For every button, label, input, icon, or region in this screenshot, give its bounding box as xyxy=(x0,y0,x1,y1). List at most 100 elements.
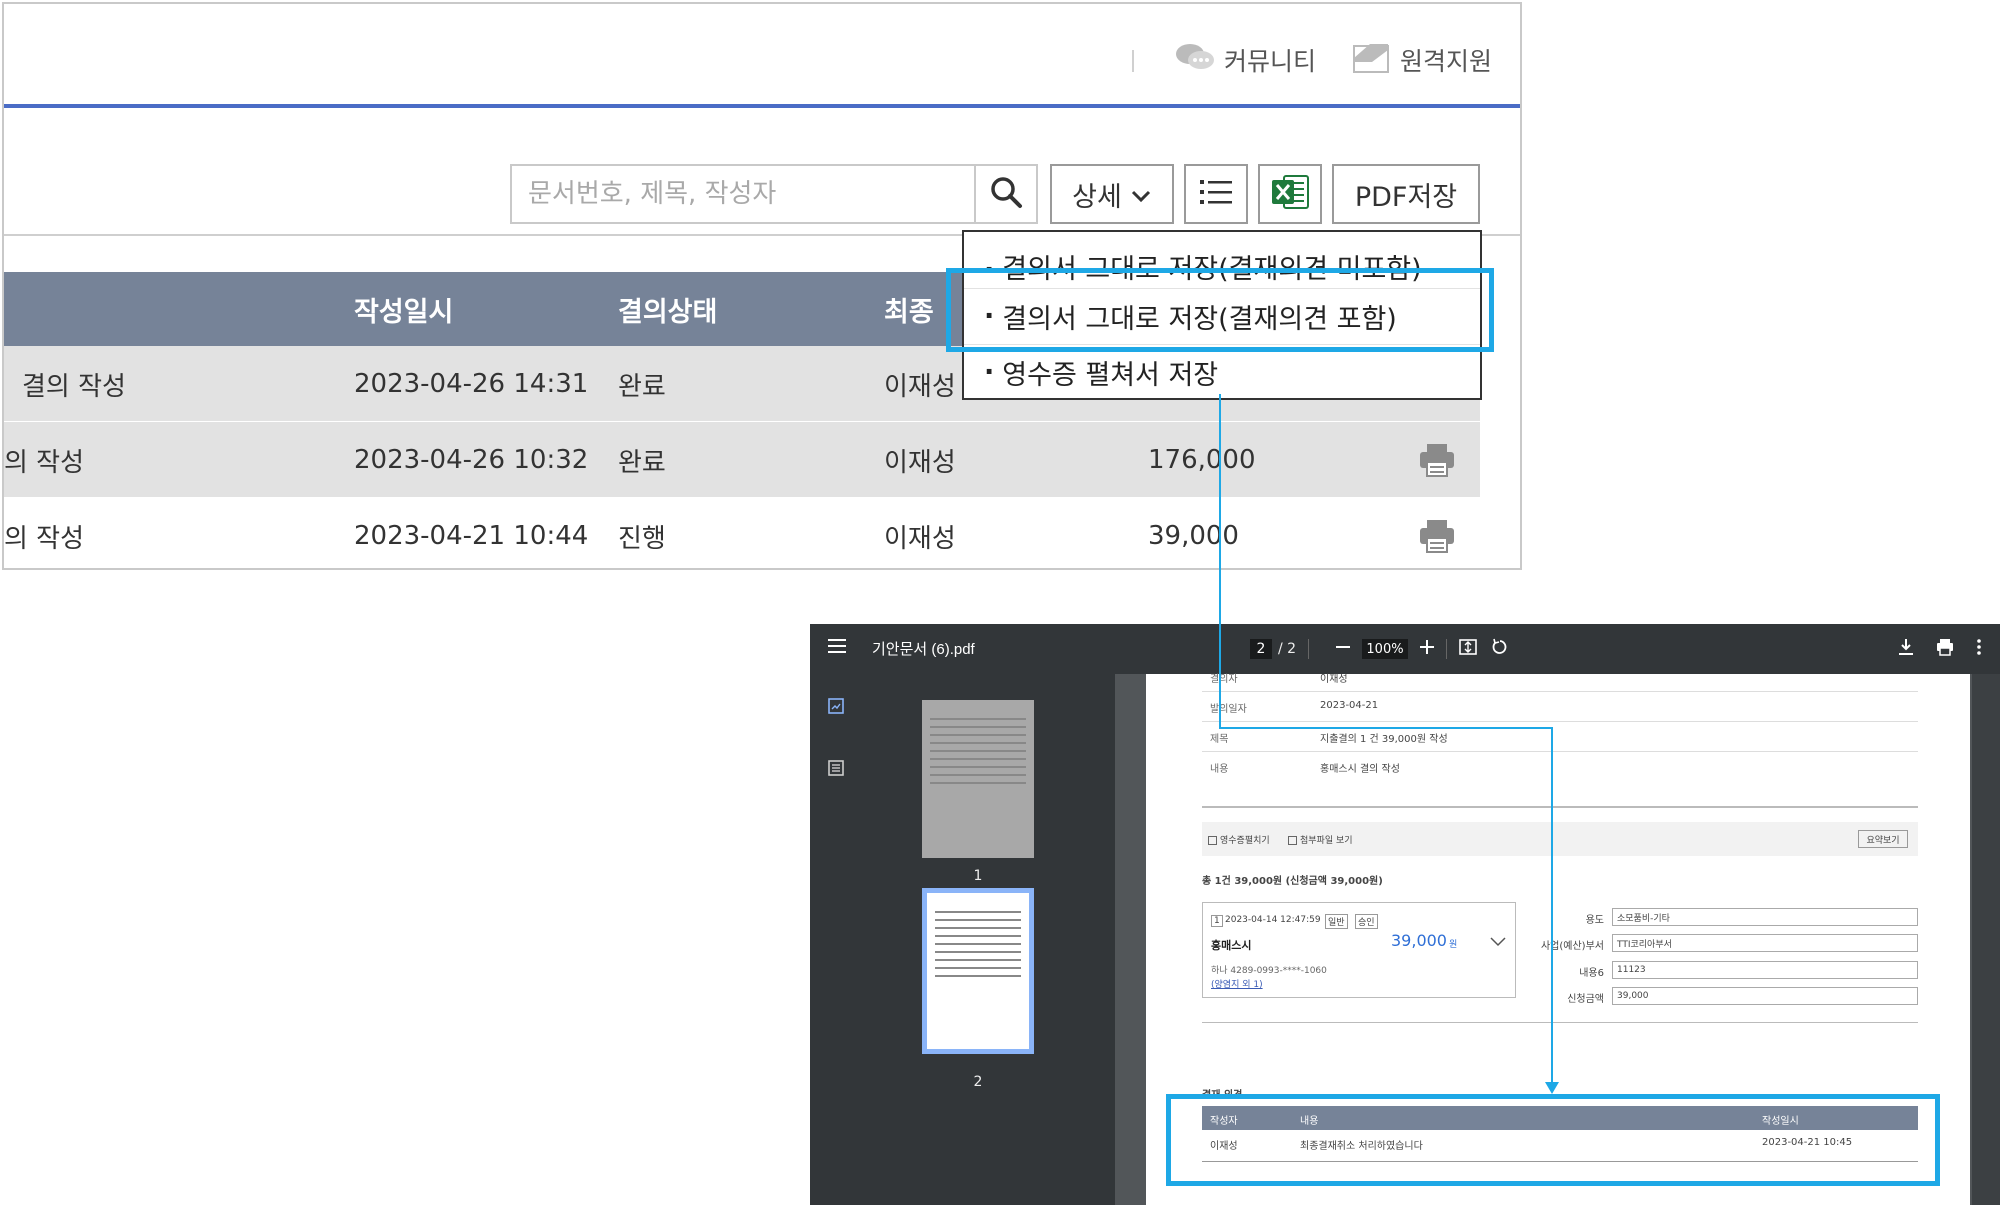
table-row[interactable]: 의 작성 2023-04-26 10:32 완료 이재성 176,000 xyxy=(4,422,1480,498)
highlight-opinion-section xyxy=(1166,1094,1940,1186)
thumbnail-number: 2 xyxy=(973,1074,983,1090)
doc-value: 지출결의 1 건 39,000원 작성 xyxy=(1320,734,1448,745)
header-status: 결의상태 xyxy=(618,296,718,328)
attach-checkbox-label: 첨부파일 보기 xyxy=(1300,836,1353,846)
row-status: 완료 xyxy=(618,447,666,478)
print-icon[interactable] xyxy=(1936,638,1954,660)
doc-value: 홍매스시 결의 작성 xyxy=(1320,764,1400,775)
doc-row-proposer: 결의자 이재성 xyxy=(1202,662,1918,692)
page-thumbnail-2[interactable] xyxy=(922,888,1034,1054)
field-value: TTI코리아부서 xyxy=(1612,934,1918,952)
thumbnail-number: 1 xyxy=(973,868,983,884)
field-label: 내용6 xyxy=(1579,968,1604,979)
excel-icon xyxy=(1270,173,1310,215)
doc-label: 발의일자 xyxy=(1210,704,1247,715)
card-index: 1 xyxy=(1211,915,1223,927)
menu-item-save-receipts-expanded[interactable]: 영수증 펼쳐서 저장 xyxy=(964,344,1480,400)
toolbar: 상세 xyxy=(4,112,1520,236)
field-label: 용도 xyxy=(1585,915,1604,926)
outline-view-icon[interactable] xyxy=(828,760,844,780)
zoom-in-icon[interactable] xyxy=(1420,640,1434,658)
doc-label: 내용 xyxy=(1210,764,1229,775)
chevron-down-icon xyxy=(1122,179,1152,210)
card-datetime: 2023-04-14 12:47:59 xyxy=(1225,915,1321,925)
detail-dropdown-button[interactable]: 상세 xyxy=(1050,164,1174,224)
card-link[interactable]: (양염지 외 1) xyxy=(1211,977,1263,990)
remote-support-label: 원격지원 xyxy=(1400,47,1493,76)
merchant-name: 홍매스시 xyxy=(1211,939,1252,952)
table-row[interactable]: 의 작성 2023-04-21 10:44 진행 이재성 39,000 xyxy=(4,498,1480,568)
doc-label: 제목 xyxy=(1210,734,1229,745)
page-number-input[interactable]: 2 xyxy=(1250,639,1272,659)
search-box xyxy=(510,164,976,224)
row-amount: 39,000 xyxy=(1148,521,1239,551)
detail-label: 상세 xyxy=(1072,181,1122,213)
tag-approved: 승인 xyxy=(1355,914,1378,929)
top-header: 커뮤니티 원격지원 xyxy=(4,4,1520,108)
magnifier-icon xyxy=(989,175,1023,213)
card-info: 하나 4289-0993-****-1060 xyxy=(1211,966,1327,976)
fit-page-icon[interactable] xyxy=(1459,639,1477,659)
pdf-scrollbar[interactable] xyxy=(1972,674,2000,1205)
card-amount-unit: 원 xyxy=(1449,940,1458,950)
row-date: 2023-04-21 10:44 xyxy=(354,521,589,551)
attach-checkbox[interactable]: 첨부파일 보기 xyxy=(1288,833,1353,846)
row-title: 의 작성 xyxy=(4,447,85,478)
tag-general: 일반 xyxy=(1325,914,1348,929)
summary-button[interactable]: 요약보기 xyxy=(1858,830,1908,848)
section-divider xyxy=(1202,1022,1918,1023)
pdf-file-name: 기안문서 (6).pdf xyxy=(872,641,975,658)
field-value: 11123 xyxy=(1612,961,1918,979)
highlight-menu-item xyxy=(946,268,1494,352)
total-summary: 총 1건 39,000원 (신청금액 39,000원) xyxy=(1202,876,1383,887)
more-options-icon[interactable] xyxy=(1976,638,1982,660)
row-date: 2023-04-26 10:32 xyxy=(354,445,589,475)
pdf-save-button[interactable]: PDF저장 xyxy=(1332,164,1480,224)
pdf-actions xyxy=(1898,638,1982,660)
receipt-checkbox-label: 영수증펼치기 xyxy=(1220,836,1270,846)
receipt-card[interactable]: 1 2023-04-14 12:47:59 일반 승인 홍매스시 39,000 … xyxy=(1202,902,1516,998)
community-link[interactable]: 커뮤니티 xyxy=(1174,40,1316,80)
remote-support-link[interactable]: 원격지원 xyxy=(1350,40,1492,80)
field-label: 신청금액 xyxy=(1567,994,1604,1005)
page-thumbnail-1[interactable] xyxy=(922,700,1034,858)
zoom-out-icon[interactable] xyxy=(1336,640,1350,658)
rotate-icon[interactable] xyxy=(1491,638,1509,660)
row-status: 진행 xyxy=(618,523,666,554)
receipt-checkbox[interactable]: 영수증펼치기 xyxy=(1208,833,1270,846)
doc-row: 제목 지출결의 1 건 39,000원 작성 xyxy=(1202,722,1918,752)
thumbnail-view-icon[interactable] xyxy=(828,698,844,718)
printer-icon[interactable] xyxy=(1418,518,1456,558)
doc-label: 결의자 xyxy=(1210,674,1238,685)
list-icon xyxy=(1198,177,1234,211)
field-value: 39,000 xyxy=(1612,987,1918,1005)
list-view-button[interactable] xyxy=(1184,164,1248,224)
field-label: 사업(예산)부서 xyxy=(1540,941,1604,952)
excel-export-button[interactable] xyxy=(1258,164,1322,224)
card-amount: 39,000 xyxy=(1391,931,1447,950)
options-bar: 영수증펼치기 첨부파일 보기 xyxy=(1202,822,1918,856)
field-value: 소모품비-기타 xyxy=(1612,908,1918,926)
row-user: 이재성 xyxy=(884,447,956,478)
page-total: / 2 xyxy=(1278,641,1297,657)
printer-icon[interactable] xyxy=(1418,442,1456,482)
doc-value: 이재성 xyxy=(1320,674,1348,685)
row-status: 완료 xyxy=(618,371,666,402)
toolbar-divider xyxy=(1308,639,1310,659)
community-label: 커뮤니티 xyxy=(1224,47,1317,76)
row-title: 의 작성 xyxy=(4,523,85,554)
pdf-save-label: PDF저장 xyxy=(1354,181,1458,213)
search-input[interactable] xyxy=(512,166,974,222)
chevron-down-icon[interactable] xyxy=(1489,933,1507,952)
toolbar-divider xyxy=(1446,639,1447,659)
row-user: 이재성 xyxy=(884,371,956,402)
download-icon[interactable] xyxy=(1898,638,1914,660)
row-date: 2023-04-26 14:31 xyxy=(354,369,589,399)
hamburger-menu-icon[interactable] xyxy=(828,638,846,658)
row-title: 결의 작성 xyxy=(22,371,126,402)
doc-row: 발의일자 2023-04-21 xyxy=(1202,692,1918,722)
row-amount: 176,000 xyxy=(1148,445,1256,475)
search-button[interactable] xyxy=(976,164,1038,224)
doc-row: 내용 홍매스시 결의 작성 xyxy=(1202,752,1918,808)
zoom-level[interactable]: 100% xyxy=(1362,639,1408,659)
